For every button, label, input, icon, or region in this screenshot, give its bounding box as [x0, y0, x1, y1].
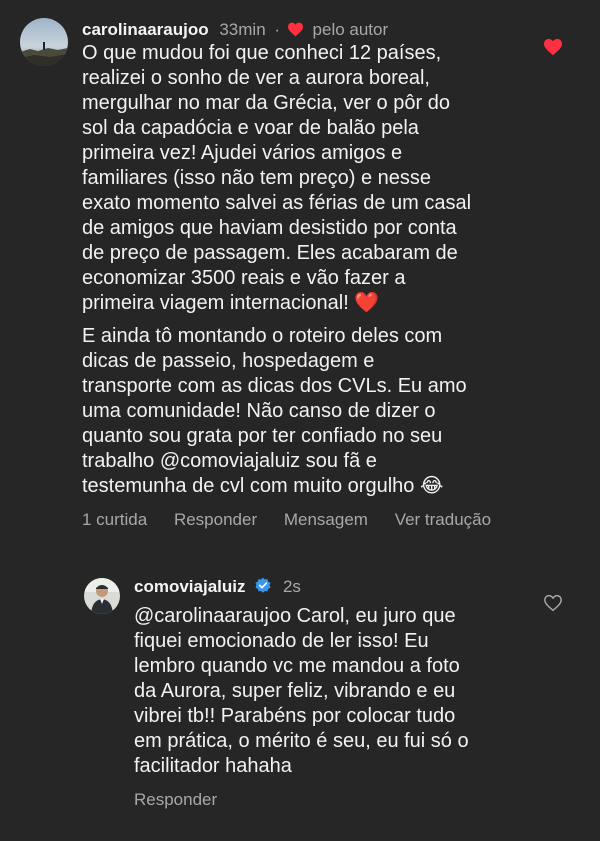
comment-header: carolinaaraujoo 33min · pelo autor — [82, 20, 388, 42]
likes-count-button[interactable]: 1 curtida — [82, 510, 147, 529]
avatar-landscape-image — [20, 18, 68, 66]
reply-actions: Responder — [134, 790, 239, 810]
comment-text-continued: E ainda tô montando o roteiro deles com … — [82, 325, 467, 497]
reply-username[interactable]: comoviajaluiz — [134, 577, 245, 596]
avatar[interactable] — [20, 18, 68, 66]
reply-time: 2s — [282, 577, 301, 596]
reply-avatar[interactable] — [84, 578, 120, 614]
reply-header: comoviajaluiz 2s — [134, 577, 301, 600]
heart-filled-icon — [287, 22, 304, 42]
comment-time: 33min — [219, 20, 266, 39]
liked-by-author-label: pelo autor — [312, 20, 389, 39]
message-button[interactable]: Mensagem — [284, 510, 368, 529]
verified-badge-icon — [254, 577, 272, 600]
avatar-person-image — [84, 578, 120, 614]
comment-text: O que mudou foi que conheci 12 países, r… — [82, 42, 472, 314]
comment-actions: 1 curtida Responder Mensagem Ver traduçã… — [82, 510, 491, 530]
reply-button[interactable]: Responder — [174, 510, 257, 529]
reply-reply-button[interactable]: Responder — [134, 790, 217, 809]
comment-like-button[interactable] — [543, 38, 563, 61]
separator: · — [274, 20, 281, 39]
comment-username[interactable]: carolinaaraujoo — [82, 20, 209, 39]
reply-like-button[interactable] — [543, 594, 563, 617]
see-translation-button[interactable]: Ver tradução — [395, 510, 491, 529]
reply-text: @carolinaaraujoo Carol, eu juro que fiqu… — [134, 605, 469, 777]
heart-filled-icon — [544, 38, 562, 56]
heart-outline-icon — [544, 594, 562, 612]
